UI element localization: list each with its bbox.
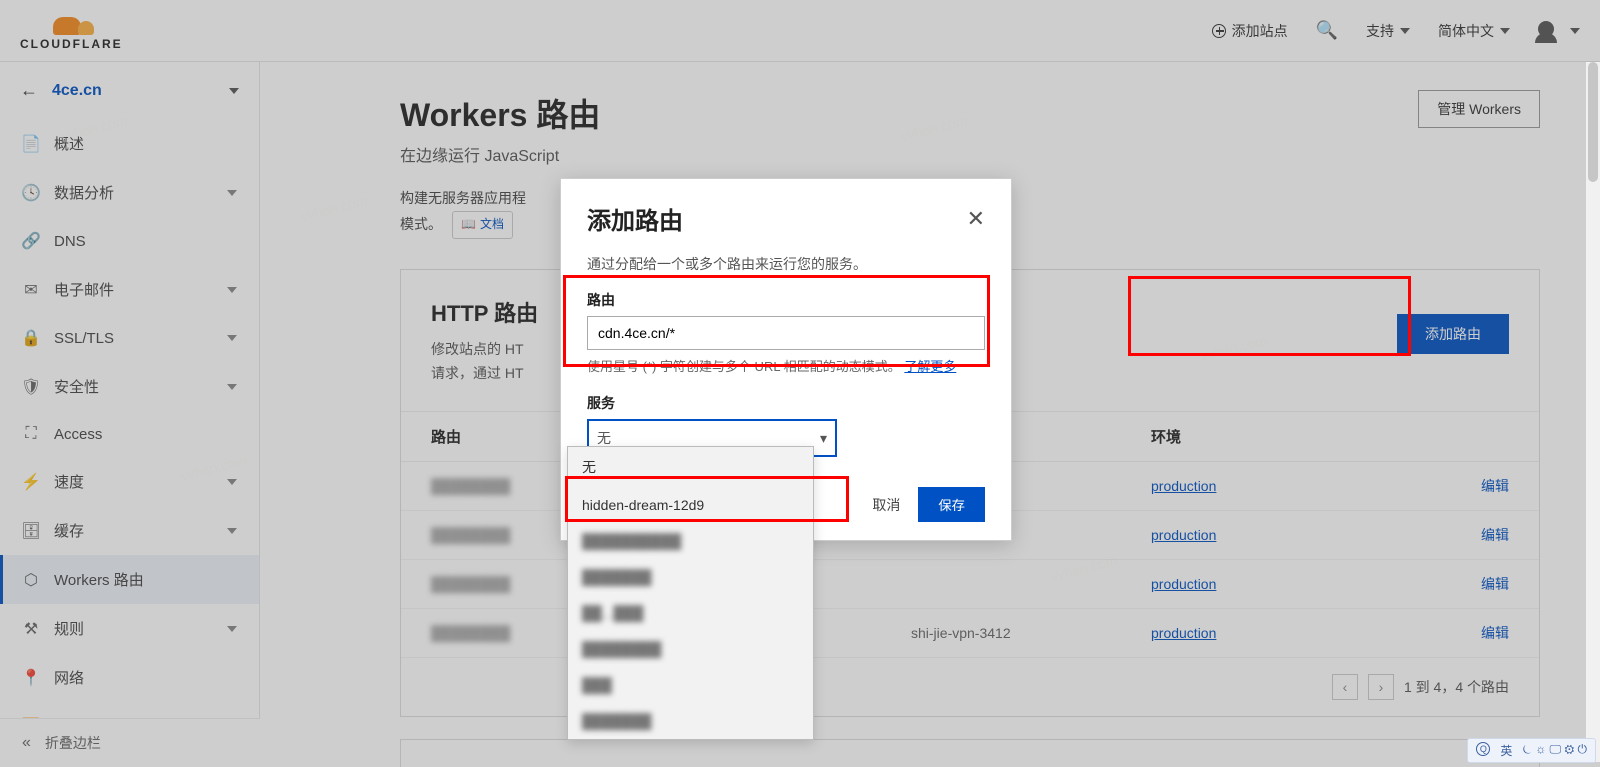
scrollbar[interactable]	[1586, 62, 1600, 762]
cancel-button[interactable]: 取消	[872, 495, 900, 515]
save-button[interactable]: 保存	[918, 487, 985, 522]
modal-desc: 通过分配给一个或多个路由来运行您的服务。	[587, 254, 985, 274]
dropdown-option[interactable]: ██...███	[568, 595, 813, 631]
system-tray: Q 英 ⏾ ☼ 🖵 ⚙ ⏻	[1467, 738, 1596, 763]
close-icon[interactable]: ✕	[967, 206, 985, 232]
ime-icon[interactable]: Q	[1476, 742, 1490, 756]
route-hint: 使用星号 (*) 字符创建与多个 URL 相匹配的动态模式。 了解更多	[587, 356, 985, 375]
chevron-down-icon: ▾	[820, 430, 827, 447]
ime-lang[interactable]: 英	[1500, 742, 1512, 759]
service-label: 服务	[587, 393, 985, 413]
tray-icons[interactable]: ⏾ ☼ 🖵 ⚙ ⏻	[1522, 742, 1587, 759]
hint-text: 使用星号 (*) 字符创建与多个 URL 相匹配的动态模式。	[587, 359, 901, 374]
route-label: 路由	[587, 290, 985, 310]
service-dropdown: 无 hidden-dream-12d9 ██████████ ███████ █…	[567, 446, 814, 740]
dropdown-option[interactable]: ████████	[568, 631, 813, 667]
modal-title: 添加路由	[587, 201, 683, 236]
dropdown-option-hidden-dream[interactable]: hidden-dream-12d9	[568, 487, 813, 523]
dropdown-option-none[interactable]: 无	[568, 447, 813, 487]
dropdown-option[interactable]: ███████	[568, 559, 813, 595]
dropdown-option[interactable]: ███	[568, 667, 813, 703]
dropdown-option[interactable]: ██████████	[568, 523, 813, 559]
dropdown-option[interactable]: ███████	[568, 703, 813, 739]
route-input[interactable]	[587, 316, 985, 350]
service-value: 无	[597, 428, 611, 448]
learn-more-link[interactable]: 了解更多	[904, 359, 956, 374]
